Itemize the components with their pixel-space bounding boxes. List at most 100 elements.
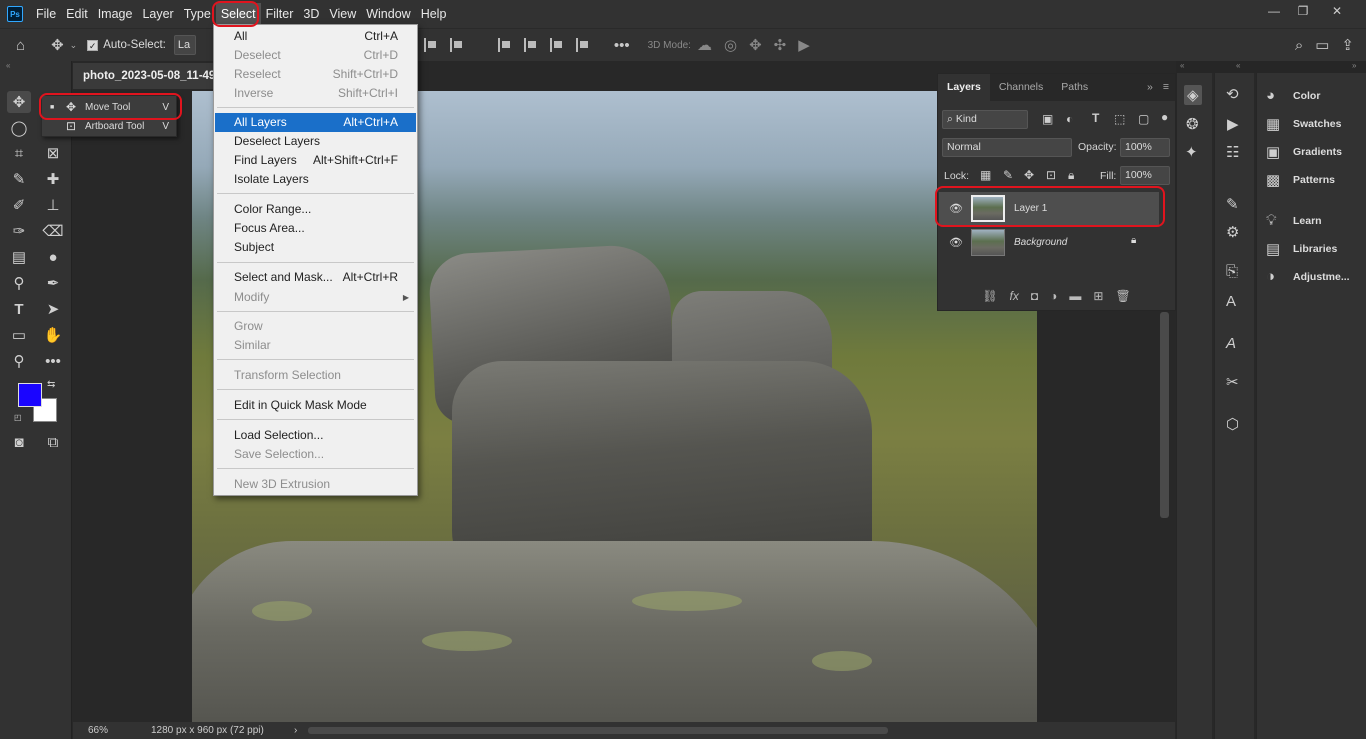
link-layers-icon[interactable]: ⛓ [982, 289, 997, 303]
menu-item-reselect[interactable]: Reselect Shift+Ctrl+D [215, 65, 416, 84]
menu-help[interactable]: Help [416, 3, 452, 25]
distribute-icon[interactable] [575, 38, 590, 52]
align-top-icon[interactable] [497, 38, 512, 52]
align-center-icon[interactable] [423, 38, 438, 52]
fill-field[interactable]: 100% [1120, 166, 1170, 185]
screen-mode-icon[interactable]: ⧉ [41, 431, 65, 453]
status-arrow-icon[interactable]: › [294, 725, 297, 736]
hand-tool-icon[interactable]: ✋ [41, 324, 65, 346]
gradient-tool-icon[interactable]: ▤ [7, 246, 31, 268]
panel-adjustments-label[interactable]: Adjustme... [1293, 271, 1350, 283]
brush-settings-icon[interactable]: ⚙ [1226, 223, 1239, 241]
menu-window[interactable]: Window [361, 3, 415, 25]
menu-item-select-and-mask[interactable]: Select and Mask... Alt+Ctrl+R [215, 268, 416, 287]
new-group-icon[interactable]: ▬ [1069, 289, 1081, 303]
menu-item-deselect-layers[interactable]: Deselect Layers [215, 132, 416, 151]
actions-icon[interactable]: ▶ [1227, 115, 1239, 133]
menu-item-quick-mask[interactable]: Edit in Quick Mask Mode [215, 396, 416, 415]
menu-item-color-range[interactable]: Color Range... [215, 200, 416, 219]
filter-kind-dropdown[interactable]: ⌕ Kind [942, 110, 1028, 129]
menu-item-modify[interactable]: Modify ▶ [215, 288, 416, 307]
tab-layers[interactable]: Layers [938, 74, 990, 101]
align-bottom-icon[interactable] [549, 38, 564, 52]
3d-camera-icon[interactable]: ▶ [792, 36, 816, 54]
menu-item-all[interactable]: All Ctrl+A [215, 27, 416, 46]
menu-item-find-layers[interactable]: Find Layers Alt+Shift+Ctrl+F [215, 151, 416, 170]
tab-paths[interactable]: Paths [1052, 74, 1097, 101]
adjustment-layer-icon[interactable]: ◑ [1050, 289, 1057, 303]
paths-icon[interactable]: ✦ [1185, 143, 1198, 161]
layer-row-background[interactable]: 👁︎ Background 🔒︎ [939, 226, 1159, 259]
frame-tool-icon[interactable]: ⊠ [41, 142, 65, 164]
pen-tool-icon[interactable]: ✒ [41, 272, 65, 294]
smart-object-filter-icon[interactable]: ▢ [1138, 112, 1149, 126]
more-tools-icon[interactable]: ••• [41, 350, 65, 372]
type-filter-icon[interactable]: T [1092, 111, 1099, 125]
align-right-icon[interactable] [449, 38, 464, 52]
libraries-icon[interactable]: ▤ [1266, 240, 1280, 258]
eraser-tool-icon[interactable]: ⌫ [41, 220, 65, 242]
menu-3d[interactable]: 3D [298, 3, 324, 25]
adjustments-icon[interactable]: ◑ [1266, 268, 1275, 285]
menu-item-similar[interactable]: Similar [215, 336, 416, 355]
layer-name[interactable]: Background [1014, 237, 1067, 248]
menu-item-all-layers[interactable]: All Layers Alt+Ctrl+A [215, 113, 416, 132]
history-icon[interactable]: ⟲ [1226, 85, 1239, 103]
rectangle-tool-icon[interactable]: ▭ [7, 324, 31, 346]
dodge-tool-icon[interactable]: ⚲ [7, 272, 31, 294]
3d-icon[interactable]: ⬡ [1226, 415, 1239, 433]
quick-mask-icon[interactable]: ◙ [7, 431, 31, 453]
home-icon[interactable]: ⌂ [10, 37, 31, 54]
menu-type[interactable]: Type [179, 3, 216, 25]
visibility-eye-icon[interactable]: 👁︎ [949, 236, 963, 249]
menu-layer[interactable]: Layer [137, 3, 178, 25]
lock-position-icon[interactable]: ✥ [1024, 168, 1034, 182]
more-options-icon[interactable]: ••• [608, 37, 636, 54]
color-icon[interactable]: ◕ [1266, 87, 1275, 104]
3d-pan-icon[interactable]: ✥ [743, 36, 768, 54]
menu-filter[interactable]: Filter [261, 3, 299, 25]
blur-tool-icon[interactable]: ● [41, 246, 65, 268]
glyphs-icon[interactable]: A [1226, 335, 1236, 352]
type-tool-icon[interactable]: T [7, 298, 31, 320]
lock-artboard-icon[interactable]: ⊡ [1046, 168, 1056, 182]
lock-transparent-icon[interactable]: ▦ [980, 168, 991, 182]
swap-colors-icon[interactable]: ⇆ [47, 379, 55, 390]
history-brush-icon[interactable]: ✑ [7, 220, 31, 242]
menu-item-load-selection[interactable]: Load Selection... [215, 426, 416, 445]
scroll-thumb[interactable] [1160, 312, 1169, 518]
close-button[interactable]: ✕ [1326, 4, 1348, 20]
stamp-tool-icon[interactable]: ⊥ [41, 194, 65, 216]
3d-roll-icon[interactable]: ◎ [718, 36, 743, 54]
menu-item-grow[interactable]: Grow [215, 317, 416, 336]
character-icon[interactable]: A [1226, 293, 1236, 310]
panel-gradients-label[interactable]: Gradients [1293, 146, 1342, 158]
eyedropper-tool-icon[interactable]: ✎ [7, 168, 31, 190]
swatches-icon[interactable]: ▦ [1266, 115, 1280, 133]
zoom-level[interactable]: 66% [88, 725, 108, 736]
blend-mode-dropdown[interactable]: Normal [942, 138, 1072, 157]
patterns-icon[interactable]: ▩ [1266, 171, 1280, 189]
workspace-icon[interactable]: ▭ [1309, 36, 1335, 54]
adjustment-filter-icon[interactable]: ◐ [1066, 112, 1073, 126]
panel-libraries-label[interactable]: Libraries [1293, 243, 1337, 255]
menu-item-save-selection[interactable]: Save Selection... [215, 445, 416, 464]
filter-toggle-icon[interactable]: ● [1161, 110, 1168, 124]
restore-button[interactable]: ❐ [1292, 4, 1314, 20]
menu-item-deselect[interactable]: Deselect Ctrl+D [215, 46, 416, 65]
image-filter-icon[interactable]: ▣ [1042, 112, 1053, 126]
minimize-button[interactable]: — [1263, 4, 1285, 20]
menu-image[interactable]: Image [93, 3, 138, 25]
search-icon[interactable]: ⌕ [1289, 37, 1309, 54]
3d-slide-icon[interactable]: ✣ [768, 36, 793, 54]
panel-collapse-icon[interactable]: » [1143, 74, 1157, 101]
document-tab[interactable]: photo_2023-05-08_11-49 [73, 63, 223, 89]
vertical-scrollbar[interactable] [1156, 300, 1175, 722]
opacity-field[interactable]: 100% [1120, 138, 1170, 157]
menu-file[interactable]: File [31, 3, 61, 25]
menu-view[interactable]: View [324, 3, 361, 25]
healing-brush-icon[interactable]: ✚ [41, 168, 65, 190]
tool-presets-icon[interactable]: ✂ [1226, 373, 1239, 391]
auto-select-dropdown[interactable]: La [173, 35, 196, 55]
tab-channels[interactable]: Channels [990, 74, 1052, 101]
